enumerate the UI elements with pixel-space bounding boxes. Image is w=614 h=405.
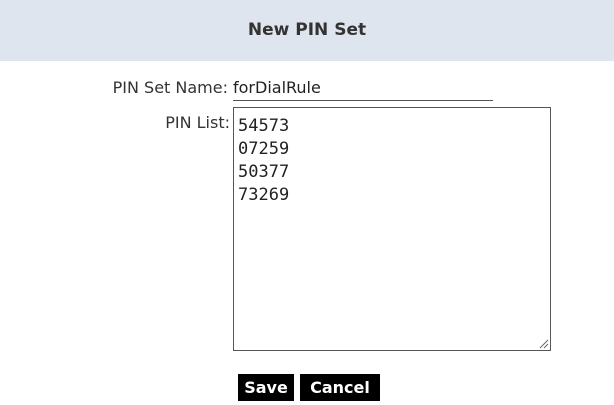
save-button[interactable]: Save bbox=[238, 374, 294, 401]
pin-list-label: PIN List: bbox=[165, 113, 230, 132]
pin-set-name-input[interactable] bbox=[233, 76, 493, 101]
pin-set-name-label: PIN Set Name: bbox=[112, 78, 228, 97]
dialog-header: New PIN Set bbox=[0, 0, 614, 61]
resize-grip-icon[interactable] bbox=[537, 337, 549, 349]
cancel-button[interactable]: Cancel bbox=[300, 374, 380, 401]
pin-list-textarea[interactable]: 54573 07259 50377 73269 bbox=[233, 107, 551, 351]
dialog-title: New PIN Set bbox=[247, 20, 367, 40]
